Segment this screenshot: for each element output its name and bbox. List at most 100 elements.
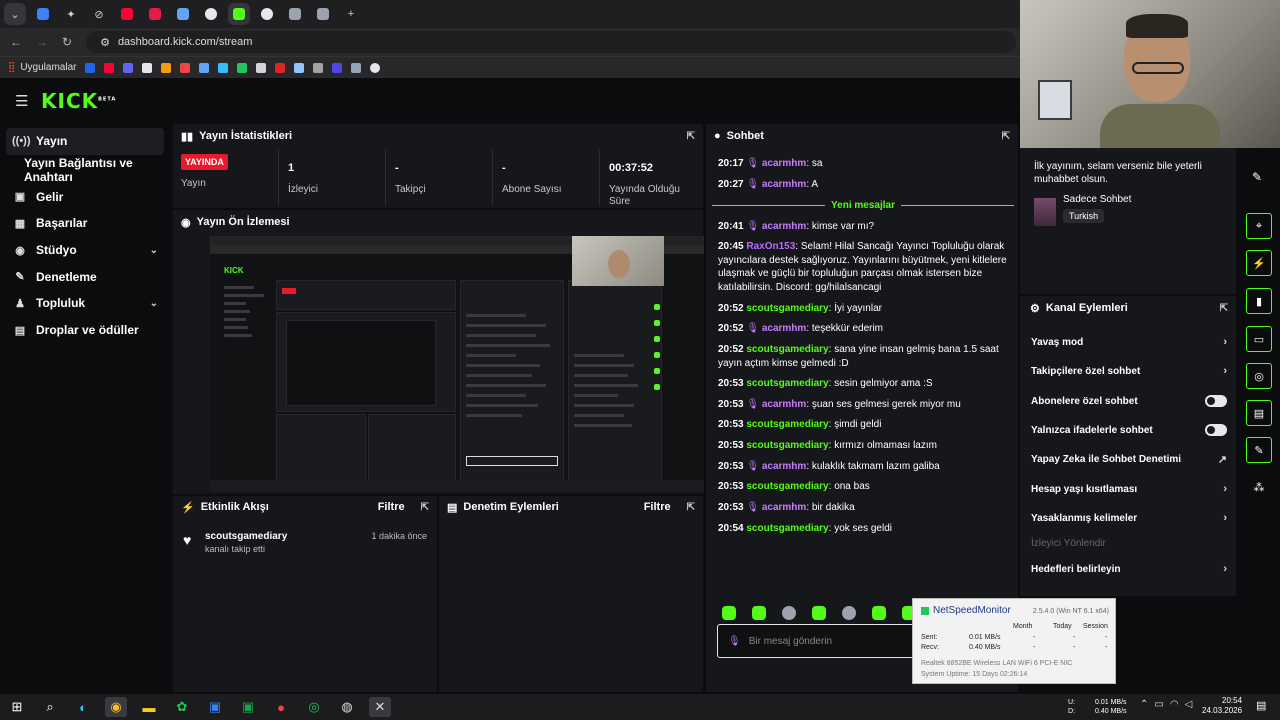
tag-badge[interactable]: Turkish — [1063, 209, 1105, 223]
bookmark-icon[interactable] — [142, 62, 153, 73]
chat-username[interactable]: acarmhm — [762, 179, 806, 190]
bookmark-icon[interactable] — [104, 62, 115, 73]
word-icon[interactable]: ▣ — [204, 697, 226, 717]
forward-icon[interactable]: → — [36, 35, 48, 49]
chat-username[interactable]: scoutsgamediary — [746, 523, 828, 534]
emote-only-toggle[interactable] — [1205, 424, 1227, 436]
chat-username[interactable]: acarmhm — [762, 158, 806, 169]
chat-username[interactable]: acarmhm — [762, 502, 806, 513]
tab[interactable]: ⊘ — [88, 3, 110, 25]
tab[interactable] — [32, 3, 54, 25]
chat-username[interactable]: scoutsgamediary — [746, 440, 828, 451]
category-name[interactable]: Sadece Sohbet — [1063, 194, 1131, 205]
mic-icon[interactable]: 🎙 — [728, 636, 741, 647]
tab[interactable] — [144, 3, 166, 25]
chat-input[interactable]: 🎙 Bir mesaj gönderin — [717, 624, 917, 658]
bookmark-icon[interactable] — [275, 62, 286, 73]
chrome-icon[interactable]: ◉ — [105, 697, 127, 717]
chat-username[interactable]: scoutsgamediary — [746, 303, 828, 314]
tab-kick-active[interactable] — [228, 3, 250, 25]
quick-action-layout-icon[interactable]: ▤ — [1246, 400, 1272, 426]
obs-icon[interactable]: ◍ — [336, 697, 358, 717]
edge-icon[interactable]: ◐ — [72, 697, 94, 717]
sidebar-item-stream-key[interactable]: Yayın Bağlantısı ve Anahtarı — [0, 156, 170, 184]
chat-username[interactable]: RaxOn153 — [746, 241, 795, 252]
windows-start-icon[interactable]: ⊞ — [6, 697, 28, 717]
bookmark-icon[interactable] — [332, 62, 343, 73]
quick-action-wrench-icon[interactable]: ✎ — [1246, 437, 1272, 463]
file-explorer-icon[interactable]: ▬ — [138, 697, 160, 717]
filter-button[interactable]: Filtre — [644, 501, 671, 513]
bookmark-icon[interactable] — [123, 62, 134, 73]
quick-action-clipboard-icon[interactable]: ▮ — [1246, 288, 1272, 314]
edit-icon[interactable]: ✎ — [1252, 170, 1262, 184]
channel-action-slow-mode[interactable]: Yavaş mod › — [1031, 336, 1227, 348]
category-thumbnail[interactable] — [1034, 198, 1056, 226]
chat-username[interactable]: scoutsgamediary — [746, 378, 828, 389]
new-tab-button[interactable]: + — [340, 3, 362, 25]
bookmark-icon[interactable] — [370, 62, 381, 73]
tab[interactable] — [312, 3, 334, 25]
url-field[interactable]: ⚙ dashboard.kick.com/stream — [86, 31, 1017, 53]
channel-action-followers-only[interactable]: Takipçilere özel sohbet › — [1031, 365, 1227, 377]
reload-icon[interactable]: ↻ — [62, 35, 72, 49]
quick-action-more-icon[interactable]: ⁂ — [1246, 474, 1272, 500]
back-icon[interactable]: ← — [10, 35, 22, 49]
emote-icon[interactable] — [782, 606, 796, 620]
tab[interactable] — [284, 3, 306, 25]
search-icon[interactable]: ⌕ — [39, 697, 61, 717]
channel-action-goals[interactable]: Hedefleri belirleyin › — [1031, 563, 1227, 575]
quick-action-chat-icon[interactable]: ▭ — [1246, 326, 1272, 352]
bookmark-icon[interactable] — [199, 62, 210, 73]
quick-action-broadcast-icon[interactable]: ◎ — [1246, 363, 1272, 389]
volume-icon[interactable]: ◁ — [1185, 699, 1193, 710]
expand-icon[interactable]: ⇱ — [1220, 303, 1228, 314]
whatsapp-icon[interactable]: ◎ — [303, 697, 325, 717]
bookmark-icon[interactable] — [180, 62, 191, 73]
app-icon[interactable]: ✿ — [171, 697, 193, 717]
sidebar-item-droplar[interactable]: ▤ Droplar ve ödüller — [0, 317, 170, 344]
tab[interactable] — [116, 3, 138, 25]
excel-icon[interactable]: ▣ — [237, 697, 259, 717]
emote-icon[interactable] — [722, 606, 736, 620]
emote-icon[interactable] — [812, 606, 826, 620]
channel-action-ai-moderation[interactable]: Yapay Zeka ile Sohbet Denetimi ↗ — [1031, 453, 1227, 466]
emote-icon[interactable] — [842, 606, 856, 620]
notification-icon[interactable]: ▤ — [1256, 699, 1266, 712]
sidebar-item-topluluk[interactable]: ♟ Topluluk ⌄ — [0, 290, 170, 317]
apps-grid-icon[interactable]: ⣿ — [8, 62, 15, 73]
tab[interactable] — [172, 3, 194, 25]
filter-button[interactable]: Filtre — [378, 501, 405, 513]
quick-action-camera-icon[interactable]: ⌖ — [1246, 213, 1272, 239]
tab[interactable] — [256, 3, 278, 25]
chat-username[interactable]: acarmhm — [762, 323, 806, 334]
sidebar-item-basarilar[interactable]: ▦ Başarılar — [0, 210, 170, 237]
subscribers-only-toggle[interactable] — [1205, 395, 1227, 407]
chat-username[interactable]: acarmhm — [762, 399, 806, 410]
sidebar-item-yayin[interactable]: ((•)) Yayın — [6, 128, 164, 155]
wifi-icon[interactable]: ◠ — [1170, 699, 1179, 710]
emote-icon[interactable] — [872, 606, 886, 620]
activity-user[interactable]: scoutsgamediary — [205, 531, 287, 542]
expand-icon[interactable]: ⇱ — [687, 502, 695, 513]
bookmark-icon[interactable] — [85, 62, 96, 73]
battery-icon[interactable]: ▭ — [1154, 699, 1163, 710]
sidebar-item-denetleme[interactable]: ✎ Denetleme — [0, 263, 170, 290]
channel-action-banned-words[interactable]: Yasaklanmış kelimeler › — [1031, 512, 1227, 524]
chat-username[interactable]: acarmhm — [762, 461, 806, 472]
bookmark-icon[interactable] — [256, 62, 267, 73]
bookmark-apps[interactable]: Uygulamalar — [20, 62, 76, 73]
tab-search-button[interactable]: ⌄ — [4, 3, 26, 25]
chat-username[interactable]: scoutsgamediary — [746, 344, 828, 355]
chat-username[interactable]: acarmhm — [762, 221, 806, 232]
expand-icon[interactable]: ⇱ — [1002, 131, 1010, 142]
chevron-up-icon[interactable]: ⌃ — [1140, 699, 1148, 710]
media-player-icon[interactable]: ● — [270, 697, 292, 717]
capcut-icon[interactable]: ✕ — [369, 697, 391, 717]
bookmark-icon[interactable] — [161, 62, 172, 73]
stream-preview-video[interactable]: KICK — [210, 236, 704, 492]
bookmark-icon[interactable] — [218, 62, 229, 73]
channel-action-account-age[interactable]: Hesap yaşı kısıtlaması › — [1031, 483, 1227, 495]
bookmark-icon[interactable] — [237, 62, 248, 73]
expand-icon[interactable]: ⇱ — [421, 502, 429, 513]
